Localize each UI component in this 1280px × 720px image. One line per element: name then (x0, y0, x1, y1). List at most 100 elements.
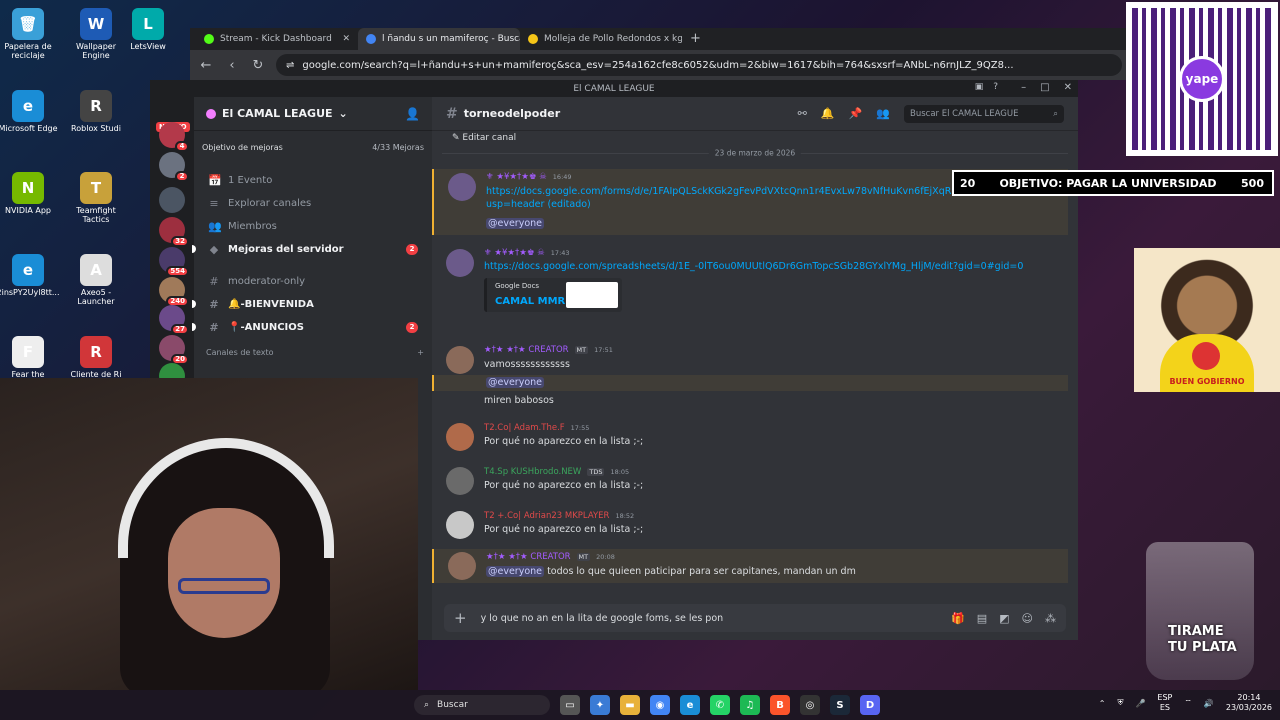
category-text-channels[interactable]: Canales de texto + (206, 348, 424, 357)
author-name[interactable]: T2 +.Co| Adrian23 MKPLAYER (484, 511, 609, 521)
desktop-icon[interactable]: T Teamfight Tactics (64, 172, 128, 225)
browser-tab-molleja[interactable]: Molleja de Pollo Redondos x kg - Me ✕ (520, 28, 682, 50)
channel-item[interactable]: ≡ Explorar canales (202, 192, 424, 214)
close-icon[interactable]: ✕ (1064, 82, 1072, 93)
channel-item[interactable]: # 📍-ANUNCIOS 2 (192, 316, 424, 338)
desktop-icon[interactable]: N NVIDIA App (0, 172, 60, 216)
everyone-mention[interactable]: @everyone (486, 218, 545, 229)
message-link[interactable]: usp=header (editado) (486, 199, 591, 210)
spotify-icon[interactable]: ♫ (740, 695, 760, 715)
search-input[interactable]: Buscar El CAMAL LEAGUE ⌕ (904, 104, 1064, 123)
add-attachment-icon[interactable]: + (454, 609, 467, 627)
edit-channel-button[interactable]: ✎ Editar canal (452, 133, 516, 143)
steam-icon[interactable]: S (830, 695, 850, 715)
desktop-icon[interactable]: R Cliente de Ri (64, 336, 128, 380)
threads-icon[interactable]: ⚯ (798, 107, 807, 120)
clock[interactable]: 20:14 23/03/2026 (1226, 693, 1272, 714)
wifi-icon[interactable]: ⌔ (1184, 698, 1192, 708)
avatar[interactable] (448, 173, 476, 201)
avatar[interactable] (446, 423, 474, 451)
pin-icon[interactable]: 📌 (849, 107, 863, 120)
author-name[interactable]: ★†★ ★†★ CREATOR (484, 345, 569, 355)
channel-item[interactable]: 📅 1 Evento (202, 169, 424, 191)
back-icon[interactable]: ← (198, 58, 214, 73)
author-name[interactable]: T2.Co| Adam.The.F (484, 423, 565, 433)
server-icon[interactable]: 4 (159, 122, 189, 152)
members-icon[interactable]: 👥 (876, 107, 890, 120)
maximize-icon[interactable]: □ (1040, 82, 1049, 93)
reload-icon[interactable]: ↻ (250, 58, 266, 73)
site-info-icon[interactable]: ⇌ (286, 60, 294, 71)
avatar[interactable] (446, 249, 474, 277)
inbox-icon[interactable]: ▣ (975, 82, 984, 92)
message-link[interactable]: https://docs.google.com/forms/d/e/1FAIpQ… (486, 186, 1031, 197)
apps-icon[interactable]: ⁂ (1045, 612, 1056, 625)
bell-icon[interactable]: 🔔 (821, 107, 835, 120)
server-icon[interactable] (159, 187, 185, 213)
desktop-icon[interactable]: 🗑 Papelera de reciclaje (0, 8, 60, 61)
forward-icon[interactable]: ‹ (224, 58, 240, 73)
server-icon[interactable]: 240 (159, 277, 189, 307)
whatsapp-icon[interactable]: ✆ (710, 695, 730, 715)
author-name[interactable]: ⚜ ★¥★†★♚ ☠ (484, 248, 545, 258)
avatar[interactable] (446, 346, 474, 374)
server-icon[interactable]: 554 (159, 247, 189, 277)
browser-tab-kick[interactable]: Stream - Kick Dashboard ✕ (196, 28, 358, 50)
server-icon[interactable]: 32 (159, 217, 189, 247)
avatar[interactable] (446, 467, 474, 495)
browser-tab-google[interactable]: l ñandu s un mamiferoç - Buscar ✕ (358, 28, 520, 50)
desktop-icon[interactable]: e Microsoft Edge (0, 90, 60, 134)
file-explorer-icon[interactable]: ▬ (620, 695, 640, 715)
edge-icon[interactable]: e (680, 695, 700, 715)
message-link[interactable]: https://docs.google.com/spreadsheets/d/1… (484, 261, 1023, 272)
new-tab-button[interactable]: + (682, 31, 709, 50)
obs-icon[interactable]: ◎ (800, 695, 820, 715)
server-header[interactable]: El CAMAL LEAGUE ⌄ 👤 (194, 97, 432, 131)
input-language[interactable]: ESP ES (1157, 693, 1172, 714)
gif-icon[interactable]: ▤ (977, 612, 987, 625)
desktop-icon[interactable]: R Roblox Studi (64, 90, 128, 134)
discord-icon[interactable]: D (860, 695, 880, 715)
chrome-icon[interactable]: ◉ (650, 695, 670, 715)
everyone-mention[interactable]: @everyone (486, 566, 545, 577)
address-bar[interactable]: ⇌ google.com/search?q=l+ñandu+s+un+mamif… (276, 54, 1122, 76)
server-icon[interactable]: 27 (159, 305, 189, 335)
add-channel-icon[interactable]: + (417, 348, 424, 357)
emoji-icon[interactable]: ☺ (1022, 612, 1033, 625)
volume-icon[interactable]: 🔊 (1204, 699, 1214, 708)
minimize-icon[interactable]: – (1021, 82, 1026, 93)
copilot-icon[interactable]: ✦ (590, 695, 610, 715)
chevron-up-icon[interactable]: ⌃ (1099, 699, 1106, 708)
security-icon[interactable]: ⛨ (1117, 698, 1123, 708)
close-icon[interactable]: ✕ (342, 34, 350, 44)
desktop-icon[interactable]: L LetsView (116, 8, 180, 52)
gift-icon[interactable]: 🎁 (951, 612, 965, 625)
sticker-icon[interactable]: ◩ (999, 612, 1009, 625)
task-view-icon[interactable]: ▭ (560, 695, 580, 715)
microphone-icon[interactable]: 🎤 (1135, 699, 1145, 708)
everyone-mention[interactable]: @everyone (486, 377, 545, 388)
message-composer[interactable]: + y lo que no an en la lita de google fo… (444, 604, 1066, 632)
channel-item[interactable]: ◆ Mejoras del servidor 2 (192, 238, 424, 260)
channel-item[interactable]: 👥 Miembros (202, 215, 424, 237)
channel-item[interactable]: # moderator-only (202, 270, 424, 292)
taskbar-search[interactable]: ⌕ Buscar (414, 695, 550, 715)
avatar[interactable] (448, 552, 476, 580)
add-friend-icon[interactable]: 👤 (405, 107, 420, 121)
author-name[interactable]: ⚜ ★¥★†★♚ ☠ (486, 172, 547, 182)
author-name[interactable]: T4.Sp KUSHbrodo.NEW (484, 467, 581, 477)
help-icon[interactable]: ? (993, 82, 998, 92)
desktop-icon[interactable]: F Fear the (0, 336, 60, 380)
message-text: Por qué no aparezco en la lista ;-; (484, 480, 644, 491)
author-name[interactable]: ★†★ ★†★ CREATOR (486, 552, 571, 562)
avatar[interactable] (446, 511, 474, 539)
server-icon[interactable]: 2 (159, 152, 189, 182)
boost-goal[interactable]: Objetivo de mejoras 4/33 Mejoras (202, 139, 424, 155)
desktop-icon[interactable]: e 2insPY2Uyl8tt... (0, 254, 60, 298)
link-embed[interactable]: Google Docs CAMAL MMR (484, 278, 622, 312)
brave-icon[interactable]: B (770, 695, 790, 715)
server-icon[interactable]: 20 (159, 335, 189, 365)
desktop-icon[interactable]: A Axeo5 - Launcher (64, 254, 128, 307)
channel-item[interactable]: # 🔔-BIENVENIDA (192, 293, 424, 315)
message-input[interactable]: y lo que no an en la lita de google foms… (481, 613, 937, 624)
